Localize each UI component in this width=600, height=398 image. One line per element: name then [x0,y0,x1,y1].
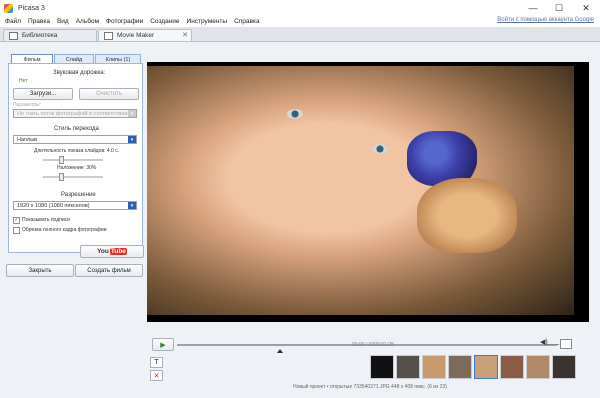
menu-tools[interactable]: Инструменты [187,18,228,25]
overlap-slider[interactable] [43,173,103,181]
timecode: 00:00 / 0000:01:28 [352,342,394,348]
duration-slider[interactable] [43,156,103,164]
audio-track-label: Звуковая дорожка: [53,70,106,76]
crop-full-label: Обрезка полного кадра фотографии [22,227,107,233]
show-captions-label: Показывать подписи [22,217,70,223]
library-icon [9,31,18,40]
photo-detail [417,178,517,253]
filmstrip-thumbnail[interactable] [448,355,472,379]
youtube-tube-text: Tube [109,248,127,255]
options-value: Не гнать поток фотографий в соответствии… [17,110,133,117]
tab-library-label: Библиотека [22,32,58,39]
chevron-down-icon: ▾ [128,136,136,143]
youtube-you-text: You [97,248,109,255]
menu-create[interactable]: Создание [150,18,179,25]
delete-clip-icon[interactable]: ✕ [150,370,163,381]
filmstrip-thumbnail[interactable] [500,355,524,379]
signin-link[interactable]: Войти с помощью аккаунта Google [497,17,594,23]
duration-label: Длительность показа слайдов: 4.0 с. [34,148,120,154]
resolution-label: Разрешение [61,192,96,198]
load-audio-button[interactable]: Загрузи... [13,88,73,100]
play-button[interactable]: ▶ [152,338,174,351]
photo-detail [287,109,303,119]
picasa-app-icon [4,3,13,13]
no-audio-text: Нет [19,78,28,84]
close-button[interactable]: ✕ [573,0,599,16]
filmstrip-thumbnail[interactable] [422,355,446,379]
window-title: Picasa 3 [18,4,45,12]
film-icon [104,31,113,40]
add-text-icon[interactable]: T [150,357,163,368]
resolution-value: 1920 x 1080 (1080 пикселов) [17,202,90,209]
overlap-slider-thumb[interactable] [59,173,64,181]
fullscreen-icon[interactable] [560,339,572,349]
filmstrip [370,355,582,381]
tab-close-icon[interactable]: ✕ [182,31,188,39]
clear-audio-button[interactable]: Очистить [79,88,139,100]
menu-album[interactable]: Альбом [76,18,99,25]
resolution-select[interactable]: 1920 x 1080 (1080 пикселов) ▾ [13,201,137,210]
menu-edit[interactable]: Правка [28,18,50,25]
filmstrip-thumbnail[interactable] [474,355,498,379]
volume-slider[interactable] [547,344,559,345]
filmstrip-thumbnail[interactable] [396,355,420,379]
options-label: Параметры: [13,102,42,108]
timeline-track[interactable]: 00:00 / 0000:01:28 [177,342,557,353]
tab-movie-maker[interactable]: Movie Maker ✕ [98,29,192,41]
filmstrip-thumbnail[interactable] [526,355,550,379]
menu-file[interactable]: Файл [5,18,21,25]
tab-library[interactable]: Библиотека [3,29,97,41]
panel-body: Звуковая дорожка: Нет Загрузи... Очистит… [8,63,143,253]
close-movie-button[interactable]: Закрыть [6,264,74,277]
filmstrip-thumbnail[interactable] [370,355,394,379]
movie-preview [147,62,589,322]
options-select[interactable]: Не гнать поток фотографий в соответствии… [13,109,137,118]
picasa-window: Picasa 3 — ☐ ✕ Файл Правка Вид Альбом Фо… [0,0,600,398]
chevron-down-icon: ▾ [128,110,136,117]
filmstrip-thumbnail[interactable] [552,355,576,379]
movie-settings-panel: Фильм Слайд Клипы (1) Звуковая дорожка: … [3,49,144,395]
menu-help[interactable]: Справка [234,18,260,25]
overlap-label: Наложение: 30% [57,165,97,171]
title-bar: Picasa 3 — ☐ ✕ [0,0,600,16]
transition-select[interactable]: Наплыв ▾ [13,135,137,144]
crop-full-checkbox[interactable] [13,227,20,234]
chevron-down-icon: ▾ [128,202,136,209]
preview-photo [147,66,574,315]
create-movie-button[interactable]: Создать фильм [75,264,143,277]
playhead-marker[interactable] [277,349,283,353]
tab-strip: Библиотека Movie Maker ✕ [0,27,600,42]
menu-view[interactable]: Вид [57,18,69,25]
status-bar: Новый проект • открытые 733540271.JPG 44… [293,384,447,390]
youtube-upload-button[interactable]: You Tube [80,245,144,258]
minimize-button[interactable]: — [520,0,546,16]
show-captions-checkbox[interactable]: ✓ [13,217,20,224]
photo-detail [372,144,388,154]
transition-label: Стиль перехода [54,126,99,132]
tab-movie-maker-label: Movie Maker [117,32,155,39]
duration-slider-thumb[interactable] [59,156,64,164]
menu-photos[interactable]: Фотографии [106,18,143,25]
playback-controls: ▶ 00:00 / 0000:01:28 ◀) [147,336,592,353]
maximize-button[interactable]: ☐ [546,0,572,16]
transition-value: Наплыв [17,136,38,143]
